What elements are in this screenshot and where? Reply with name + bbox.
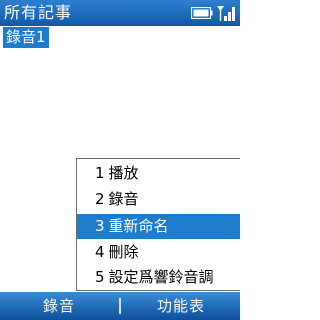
list-item-label: 錄音1	[6, 28, 46, 46]
menu-item-rename[interactable]: 3 重新命名	[77, 214, 240, 239]
menu-item-record[interactable]: 2 錄音	[77, 187, 240, 212]
menu-item-label: 播放	[108, 164, 139, 182]
screen: 所有記事 錄音1 1 播放 2 錄音 3 重新命名 4 刪除 5 設定爲響鈴音調…	[0, 0, 240, 320]
menu-item-number: 3	[95, 217, 105, 235]
title-bar: 所有記事	[0, 0, 240, 26]
menu-item-label: 重新命名	[108, 217, 169, 235]
menu-item-label: 刪除	[108, 243, 139, 261]
battery-icon	[191, 7, 213, 19]
menu-item-number: 5	[95, 268, 105, 286]
record-softkey[interactable]: 錄音	[0, 292, 118, 320]
menu-item-number: 4	[95, 243, 105, 261]
menu-softkey[interactable]: 功能表	[122, 292, 240, 320]
softkey-divider	[119, 298, 121, 314]
context-menu: 1 播放 2 錄音 3 重新命名 4 刪除 5 設定爲響鈴音調	[76, 158, 240, 291]
menu-item-label: 設定爲響鈴音調	[108, 268, 214, 286]
menu-item-label: 錄音	[108, 190, 139, 208]
page-title: 所有記事	[4, 3, 73, 22]
menu-item-number: 2	[95, 190, 105, 208]
softkey-bar: 錄音 功能表	[0, 292, 240, 320]
menu-item-set-ringtone[interactable]: 5 設定爲響鈴音調	[77, 265, 240, 290]
signal-icon	[217, 6, 235, 21]
menu-item-play[interactable]: 1 播放	[77, 161, 240, 186]
menu-item-number: 1	[95, 164, 105, 182]
list-item[interactable]: 錄音1	[3, 27, 49, 48]
menu-item-delete[interactable]: 4 刪除	[77, 240, 240, 265]
